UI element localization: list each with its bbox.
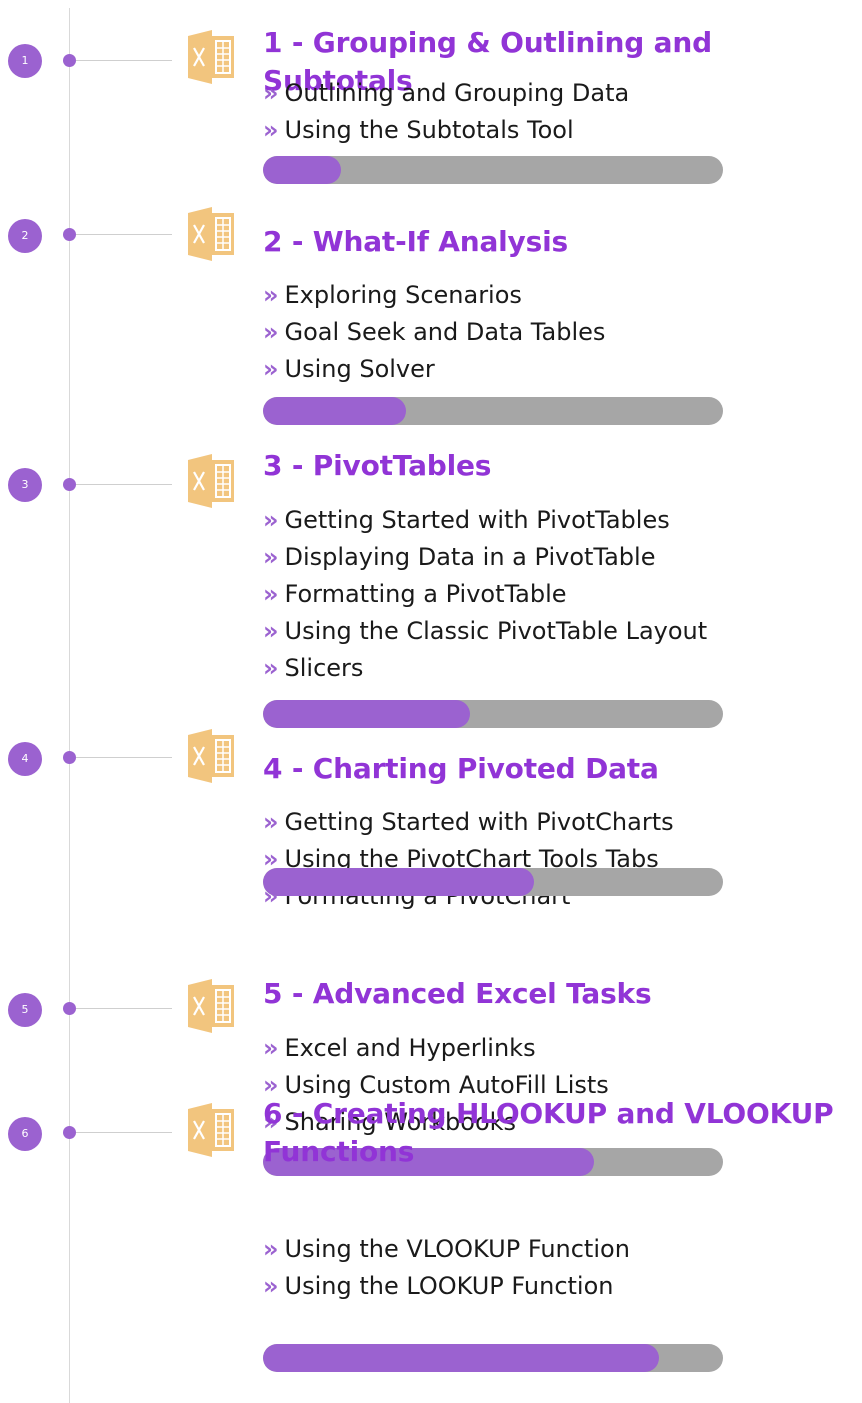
excel-file-icon xyxy=(186,452,236,510)
lesson-label: Using Solver xyxy=(284,355,435,383)
progress-bar-fill xyxy=(263,156,342,184)
double-chevron-icon: » xyxy=(263,1235,279,1263)
double-chevron-icon: » xyxy=(263,79,279,107)
lesson-label: Getting Started with PivotCharts xyxy=(284,808,674,836)
double-chevron-icon: » xyxy=(263,580,279,608)
excel-file-icon xyxy=(186,205,236,263)
lesson-label: Outlining and Grouping Data xyxy=(284,79,630,107)
lesson-label: Getting Started with PivotTables xyxy=(284,506,670,534)
module-number-badge: 1 xyxy=(8,44,42,78)
timeline-line xyxy=(69,8,70,1403)
lesson-label: Using the Classic PivotTable Layout xyxy=(284,617,708,645)
timeline-dot xyxy=(63,751,76,764)
lesson-item[interactable]: » Excel and Hyperlinks xyxy=(263,1030,609,1067)
module-title[interactable]: 6 - Creating HLOOKUP and VLOOKUP Functio… xyxy=(263,1095,853,1171)
timeline-connector xyxy=(76,484,172,485)
lesson-item[interactable]: » Outlining and Grouping Data xyxy=(263,75,629,112)
timeline-dot xyxy=(63,478,76,491)
module-number-badge: 6 xyxy=(8,1117,42,1151)
lesson-item[interactable]: » Using the Classic PivotTable Layout xyxy=(263,613,707,650)
lesson-item[interactable]: » Displaying Data in a PivotTable xyxy=(263,539,707,576)
timeline-connector xyxy=(76,234,172,235)
timeline-dot xyxy=(63,54,76,67)
excel-file-icon xyxy=(186,727,236,785)
module-number-badge: 2 xyxy=(8,219,42,253)
excel-file-icon xyxy=(186,28,236,86)
double-chevron-icon: » xyxy=(263,543,279,571)
progress-bar-fill xyxy=(263,868,535,896)
double-chevron-icon: » xyxy=(263,1034,279,1062)
module-number-badge: 4 xyxy=(8,742,42,776)
excel-file-icon xyxy=(186,1101,236,1159)
double-chevron-icon: » xyxy=(263,617,279,645)
timeline-dot xyxy=(63,1002,76,1015)
lesson-label: Displaying Data in a PivotTable xyxy=(284,543,656,571)
timeline-dot xyxy=(63,1126,76,1139)
timeline-connector xyxy=(76,757,172,758)
module-number-badge: 3 xyxy=(8,468,42,502)
timeline-connector xyxy=(76,60,172,61)
timeline-dot xyxy=(63,228,76,241)
progress-bar xyxy=(263,156,723,184)
progress-bar xyxy=(263,1344,723,1372)
lesson-list: » Getting Started with PivotCharts» Using … xyxy=(263,804,674,915)
progress-bar xyxy=(263,700,723,728)
double-chevron-icon: » xyxy=(263,318,279,346)
double-chevron-icon: » xyxy=(263,1272,279,1300)
lesson-item[interactable]: » Exploring Scenarios xyxy=(263,277,605,314)
lesson-label: Formatting a PivotTable xyxy=(284,580,567,608)
double-chevron-icon: » xyxy=(263,654,279,682)
lesson-item[interactable]: » Formatting a PivotTable xyxy=(263,576,707,613)
timeline-connector xyxy=(76,1008,172,1009)
module-title[interactable]: 5 - Advanced Excel Tasks xyxy=(263,975,853,1013)
double-chevron-icon: » xyxy=(263,506,279,534)
lesson-item[interactable]: » Using Solver xyxy=(263,351,605,388)
module-title[interactable]: 3 - PivotTables xyxy=(263,447,853,485)
module-title[interactable]: 4 - Charting Pivoted Data xyxy=(263,750,853,788)
lesson-item[interactable]: » Using the LOOKUP Function xyxy=(263,1268,630,1305)
double-chevron-icon: » xyxy=(263,281,279,309)
lesson-label: Exploring Scenarios xyxy=(284,281,522,309)
module-number-badge: 5 xyxy=(8,993,42,1027)
progress-bar-fill xyxy=(263,1344,659,1372)
lesson-label: Using the LOOKUP Function xyxy=(284,1272,614,1300)
progress-bar xyxy=(263,397,723,425)
lesson-list: » Outlining and Grouping Data» Using the S… xyxy=(263,75,629,149)
lesson-list: » Exploring Scenarios» Goal Seek and Data … xyxy=(263,277,605,388)
timeline-connector xyxy=(76,1132,172,1133)
lesson-label: Using the VLOOKUP Function xyxy=(284,1235,630,1263)
double-chevron-icon: » xyxy=(263,808,279,836)
lesson-item[interactable]: » Slicers xyxy=(263,650,707,687)
excel-file-icon xyxy=(186,977,236,1035)
lesson-item[interactable]: » Getting Started with PivotCharts xyxy=(263,804,674,841)
module-title[interactable]: 2 - What-If Analysis xyxy=(263,223,853,261)
lesson-label: Excel and Hyperlinks xyxy=(284,1034,536,1062)
lesson-item[interactable]: » Using the Subtotals Tool xyxy=(263,112,629,149)
progress-bar-fill xyxy=(263,700,470,728)
lesson-label: Goal Seek and Data Tables xyxy=(284,318,606,346)
lesson-list: » Using the VLOOKUP Function» Using the LO… xyxy=(263,1231,630,1305)
progress-bar-fill xyxy=(263,397,406,425)
lesson-item[interactable]: » Getting Started with PivotTables xyxy=(263,502,707,539)
progress-bar xyxy=(263,868,723,896)
lesson-item[interactable]: » Goal Seek and Data Tables xyxy=(263,314,605,351)
lesson-label: Slicers xyxy=(284,654,364,682)
lesson-list: » Getting Started with PivotTables» Displa… xyxy=(263,502,707,687)
lesson-label: Using the Subtotals Tool xyxy=(284,116,574,144)
double-chevron-icon: » xyxy=(263,116,279,144)
double-chevron-icon: » xyxy=(263,355,279,383)
lesson-item[interactable]: » Using the VLOOKUP Function xyxy=(263,1231,630,1268)
